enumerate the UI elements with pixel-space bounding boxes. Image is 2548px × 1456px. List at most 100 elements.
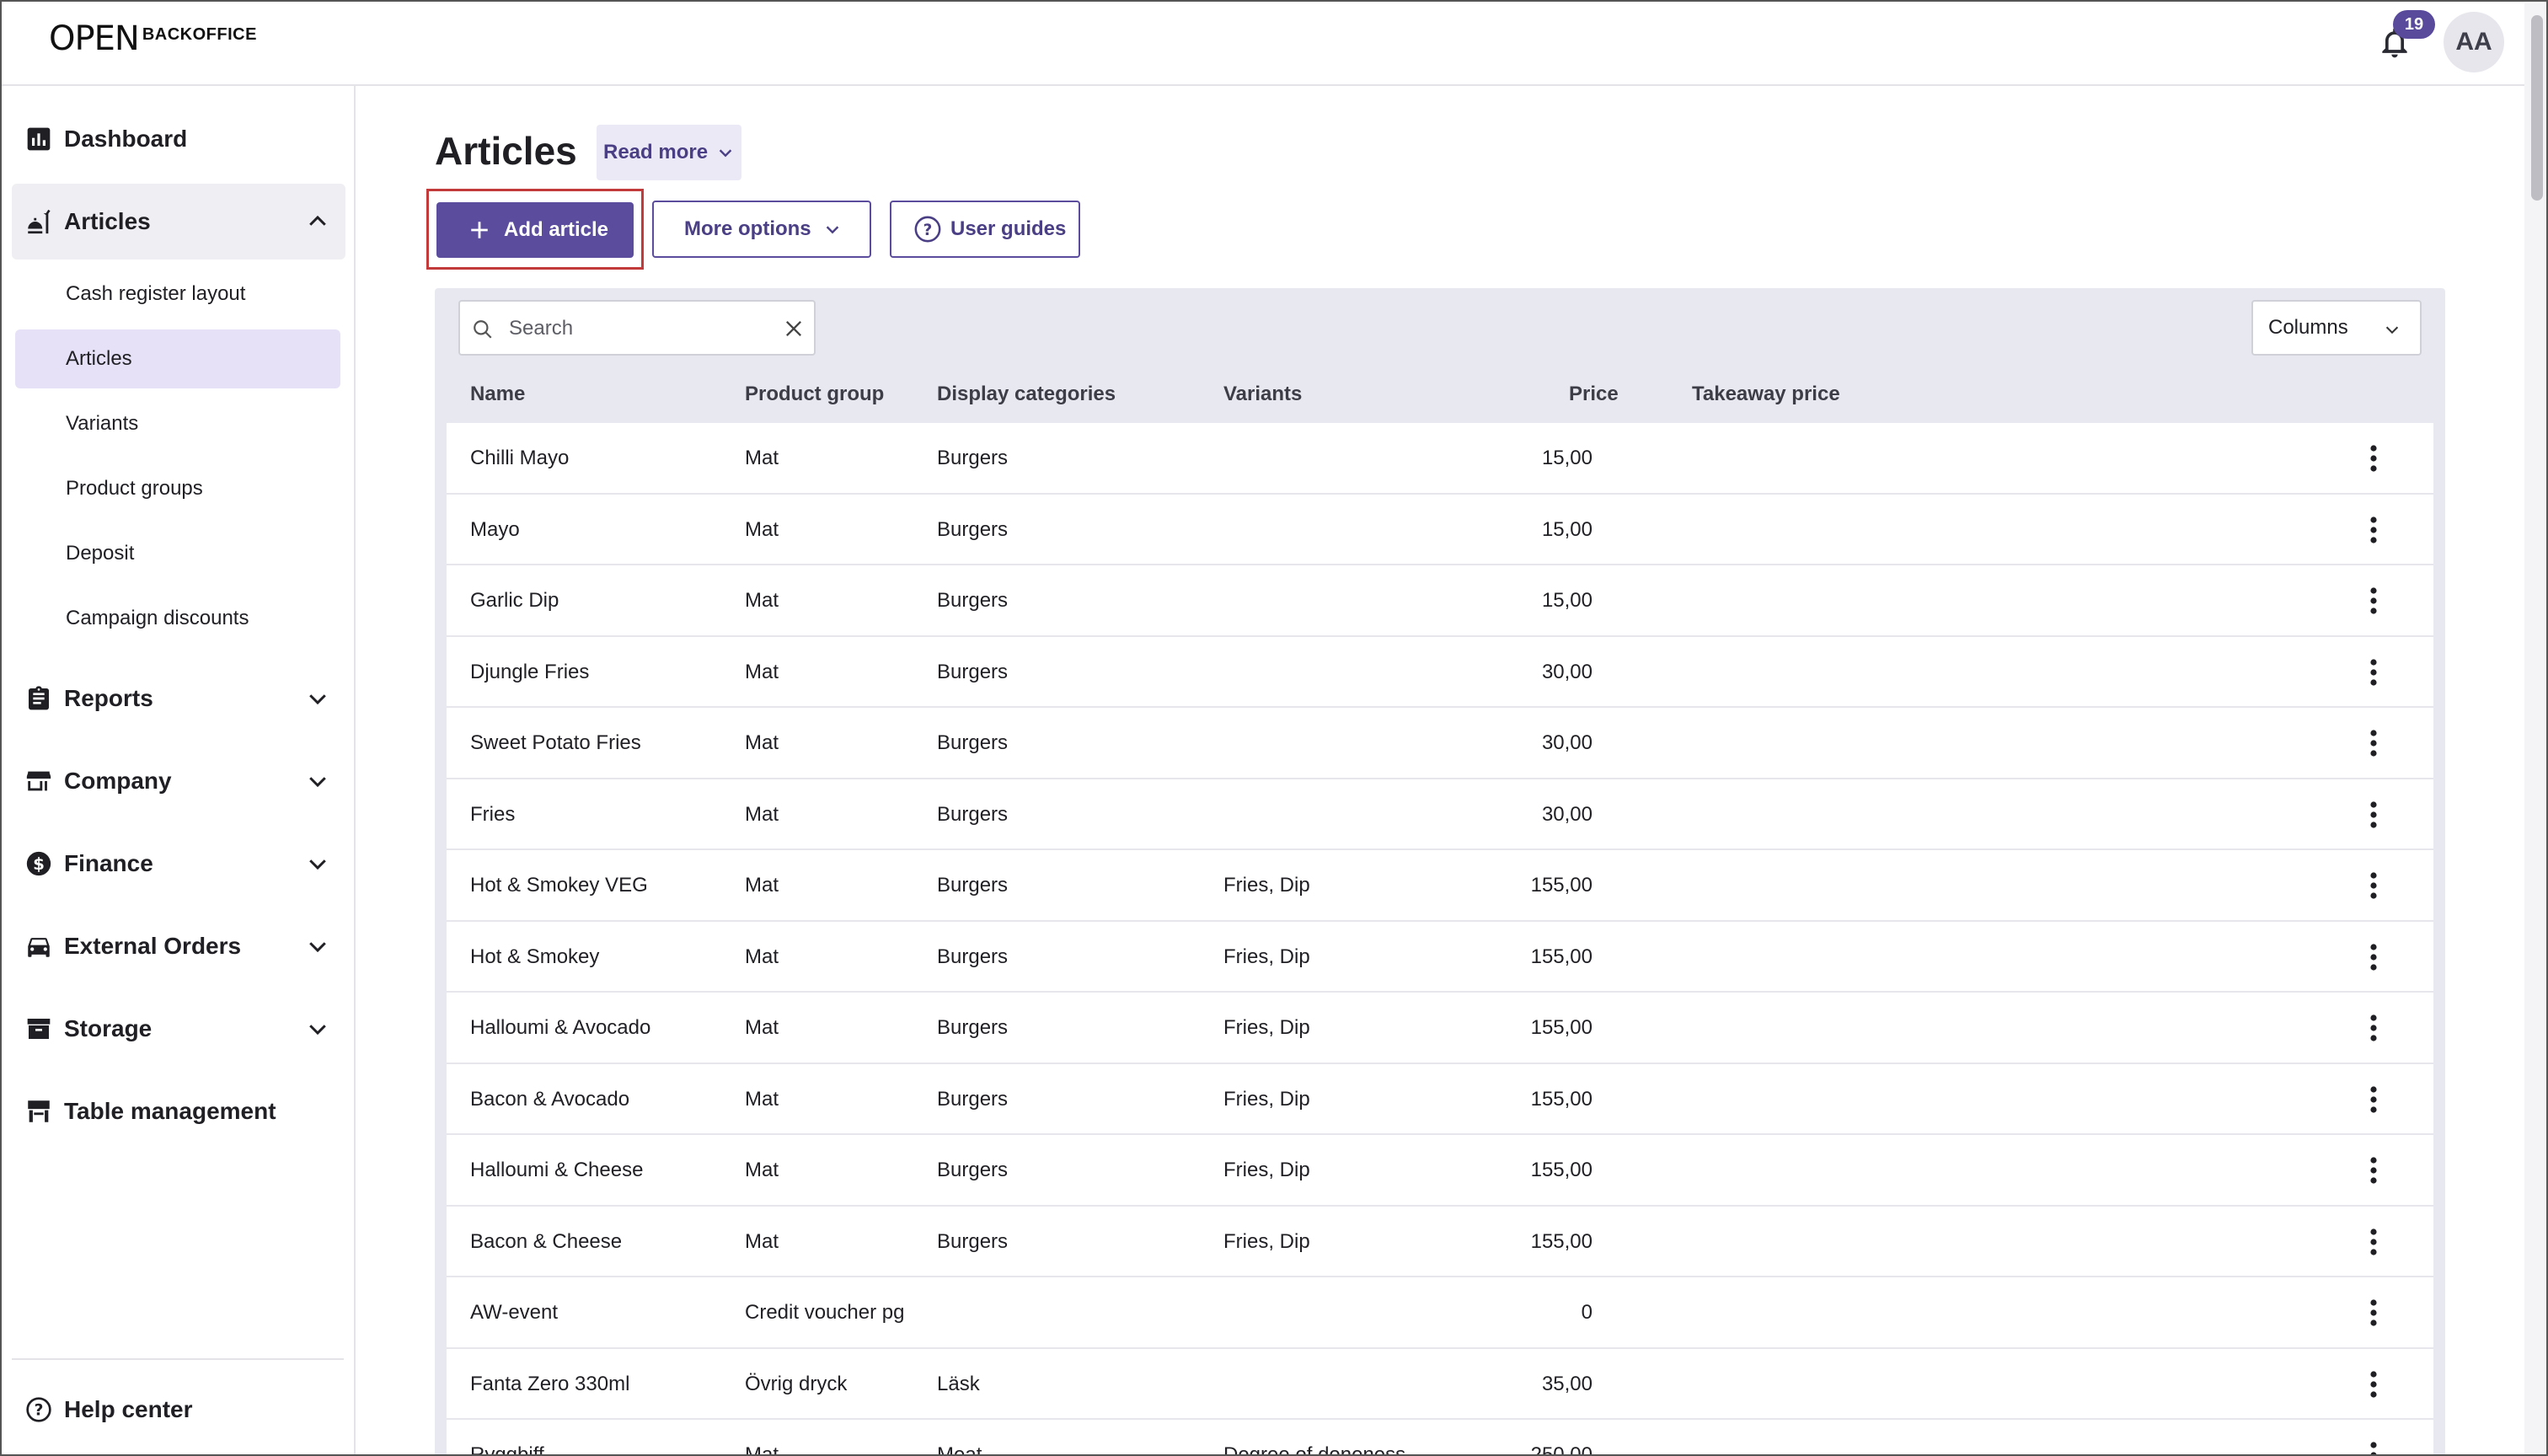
user-guides-button[interactable]: ? User guides bbox=[890, 201, 1080, 258]
cell-price: 155,00 bbox=[1530, 1229, 1592, 1253]
kebab-menu-icon[interactable] bbox=[2361, 942, 2386, 972]
kebab-menu-icon[interactable] bbox=[2361, 1369, 2386, 1400]
column-header-price[interactable]: Price bbox=[1569, 383, 1619, 406]
car-icon bbox=[24, 931, 54, 961]
table-row[interactable]: AW-event Credit voucher pg 0 bbox=[447, 1277, 2433, 1349]
column-header-product-group[interactable]: Product group bbox=[745, 383, 884, 406]
more-options-button[interactable]: More options bbox=[652, 201, 871, 258]
table-row[interactable]: Mayo Mat Burgers 15,00 bbox=[447, 494, 2433, 565]
sidebar-item-label: Help center bbox=[64, 1396, 193, 1422]
sidebar-item-label: External Orders bbox=[64, 933, 242, 959]
add-article-button[interactable]: Add article bbox=[436, 202, 634, 258]
chevron-up-icon bbox=[305, 209, 330, 234]
store-icon bbox=[24, 766, 54, 796]
sidebar-item-reports[interactable]: Reports bbox=[12, 661, 345, 736]
sidebar-item-storage[interactable]: Storage bbox=[12, 991, 345, 1067]
table-row[interactable]: Ryggbiff Mat Meat Degree of doneness 250,00 bbox=[447, 1420, 2433, 1456]
kebab-menu-icon[interactable] bbox=[2361, 443, 2386, 474]
chevron-down-icon bbox=[305, 1016, 330, 1041]
table-row[interactable]: Halloumi & Cheese Mat Burgers Fries, Dip 155… bbox=[447, 1135, 2433, 1207]
table-row[interactable]: Chilli Mayo Mat Burgers 15,00 bbox=[447, 423, 2433, 495]
column-header-name[interactable]: Name bbox=[470, 383, 525, 406]
sidebar-subitem-product-groups[interactable]: Product groups bbox=[15, 459, 340, 518]
cell-price: 15,00 bbox=[1541, 589, 1592, 612]
table-row[interactable]: Garlic Dip Mat Burgers 15,00 bbox=[447, 565, 2433, 637]
cell-display-categories: Burgers bbox=[937, 1159, 1009, 1181]
bar-chart-icon bbox=[24, 124, 54, 154]
svg-text:?: ? bbox=[923, 222, 933, 239]
columns-label: Columns bbox=[2268, 316, 2348, 339]
sidebar-item-company[interactable]: Company bbox=[12, 743, 345, 819]
close-icon[interactable] bbox=[782, 317, 806, 340]
read-more-button[interactable]: Read more bbox=[597, 125, 741, 180]
sidebar-subitem-articles[interactable]: Articles bbox=[15, 329, 340, 388]
sidebar-subitem-variants[interactable]: Variants bbox=[15, 394, 340, 453]
column-header-variants[interactable]: Variants bbox=[1223, 383, 1302, 406]
scrollbar-thumb[interactable] bbox=[2531, 15, 2543, 201]
sidebar-subitem-deposit[interactable]: Deposit bbox=[15, 524, 340, 583]
table-row[interactable]: Halloumi & Avocado Mat Burgers Fries, Dip 15… bbox=[447, 993, 2433, 1064]
cell-product-group: Mat bbox=[745, 517, 779, 541]
cell-name: Halloumi & Avocado bbox=[470, 1016, 651, 1039]
cell-name: Djungle Fries bbox=[470, 660, 590, 683]
table-row[interactable]: Hot & Smokey VEG Mat Burgers Fries, Dip 155,… bbox=[447, 850, 2433, 922]
kebab-menu-icon[interactable] bbox=[2361, 800, 2386, 830]
sidebar-item-articles[interactable]: Articles bbox=[12, 184, 345, 260]
cell-display-categories: Meat bbox=[937, 1443, 982, 1456]
cell-display-categories: Burgers bbox=[937, 802, 1009, 826]
chevron-down-icon bbox=[305, 686, 330, 711]
cell-product-group: Mat bbox=[745, 874, 779, 897]
plus-icon bbox=[471, 222, 488, 238]
kebab-menu-icon[interactable] bbox=[2361, 657, 2386, 688]
cell-display-categories: Burgers bbox=[937, 517, 1009, 541]
cell-name: Ryggbiff bbox=[470, 1443, 544, 1456]
column-header-takeaway-price[interactable]: Takeaway price bbox=[1692, 383, 1840, 406]
sidebar-subitem-cash-register-layout[interactable]: Cash register layout bbox=[15, 265, 340, 324]
kebab-menu-icon[interactable] bbox=[2361, 1013, 2386, 1043]
kebab-menu-icon[interactable] bbox=[2361, 586, 2386, 616]
cell-name: Fries bbox=[470, 802, 516, 826]
table-row[interactable]: Djungle Fries Mat Burgers 30,00 bbox=[447, 636, 2433, 708]
columns-select[interactable]: Columns bbox=[2251, 300, 2422, 356]
kebab-menu-icon[interactable] bbox=[2361, 1440, 2386, 1454]
search-input[interactable] bbox=[509, 312, 762, 345]
kebab-menu-icon[interactable] bbox=[2361, 870, 2386, 901]
sidebar-item-external-orders[interactable]: External Orders bbox=[12, 908, 345, 984]
cell-name: Fanta Zero 330ml bbox=[470, 1372, 630, 1395]
add-article-label: Add article bbox=[504, 218, 609, 241]
kebab-menu-icon[interactable] bbox=[2361, 1227, 2386, 1257]
cell-product-group: Mat bbox=[745, 1016, 779, 1039]
kebab-menu-icon[interactable] bbox=[2361, 728, 2386, 758]
table-row[interactable]: Hot & Smokey Mat Burgers Fries, Dip 155,00 bbox=[447, 921, 2433, 993]
more-options-label: More options bbox=[684, 217, 811, 240]
sidebar-item-finance[interactable]: $ Finance bbox=[12, 826, 345, 902]
column-header-display-categories[interactable]: Display categories bbox=[937, 383, 1116, 406]
cell-display-categories: Burgers bbox=[937, 874, 1009, 897]
table-header: Name Product group Display categories Va… bbox=[447, 369, 2433, 420]
table-row[interactable]: Bacon & Avocado Mat Burgers Fries, Dip 155,0… bbox=[447, 1063, 2433, 1135]
kebab-menu-icon[interactable] bbox=[2361, 1084, 2386, 1115]
sidebar-item-help-center[interactable]: ? Help center bbox=[12, 1372, 345, 1448]
logo-mark: OPEN bbox=[49, 19, 140, 58]
cell-variants: Fries, Dip bbox=[1223, 945, 1310, 968]
sidebar-item-table-management[interactable]: Table management bbox=[12, 1073, 345, 1149]
table-row[interactable]: Sweet Potato Fries Mat Burgers 30,00 bbox=[447, 708, 2433, 779]
cell-product-group: Mat bbox=[745, 589, 779, 612]
sidebar-subitem-campaign-discounts[interactable]: Campaign discounts bbox=[15, 589, 340, 648]
sidebar-subitem-label: Articles bbox=[66, 347, 132, 370]
table-row[interactable]: Fanta Zero 330ml Övrig dryck Läsk 35,00 bbox=[447, 1348, 2433, 1420]
logo[interactable]: OPEN BACKOFFICE bbox=[49, 22, 257, 56]
kebab-menu-icon[interactable] bbox=[2361, 515, 2386, 545]
kebab-menu-icon[interactable] bbox=[2361, 1155, 2386, 1186]
cell-name: Bacon & Avocado bbox=[470, 1087, 630, 1111]
scrollbar[interactable] bbox=[2524, 3, 2546, 1454]
cell-product-group: Credit voucher pg bbox=[745, 1301, 905, 1324]
cell-display-categories: Burgers bbox=[937, 945, 1009, 968]
page-title: Articles bbox=[435, 129, 577, 173]
table-row[interactable]: Fries Mat Burgers 30,00 bbox=[447, 779, 2433, 850]
cell-name: Halloumi & Cheese bbox=[470, 1159, 644, 1181]
avatar[interactable]: AA bbox=[2444, 12, 2504, 72]
table-row[interactable]: Bacon & Cheese Mat Burgers Fries, Dip 155,00 bbox=[447, 1206, 2433, 1277]
kebab-menu-icon[interactable] bbox=[2361, 1298, 2386, 1328]
sidebar-item-dashboard[interactable]: Dashboard bbox=[12, 101, 345, 177]
